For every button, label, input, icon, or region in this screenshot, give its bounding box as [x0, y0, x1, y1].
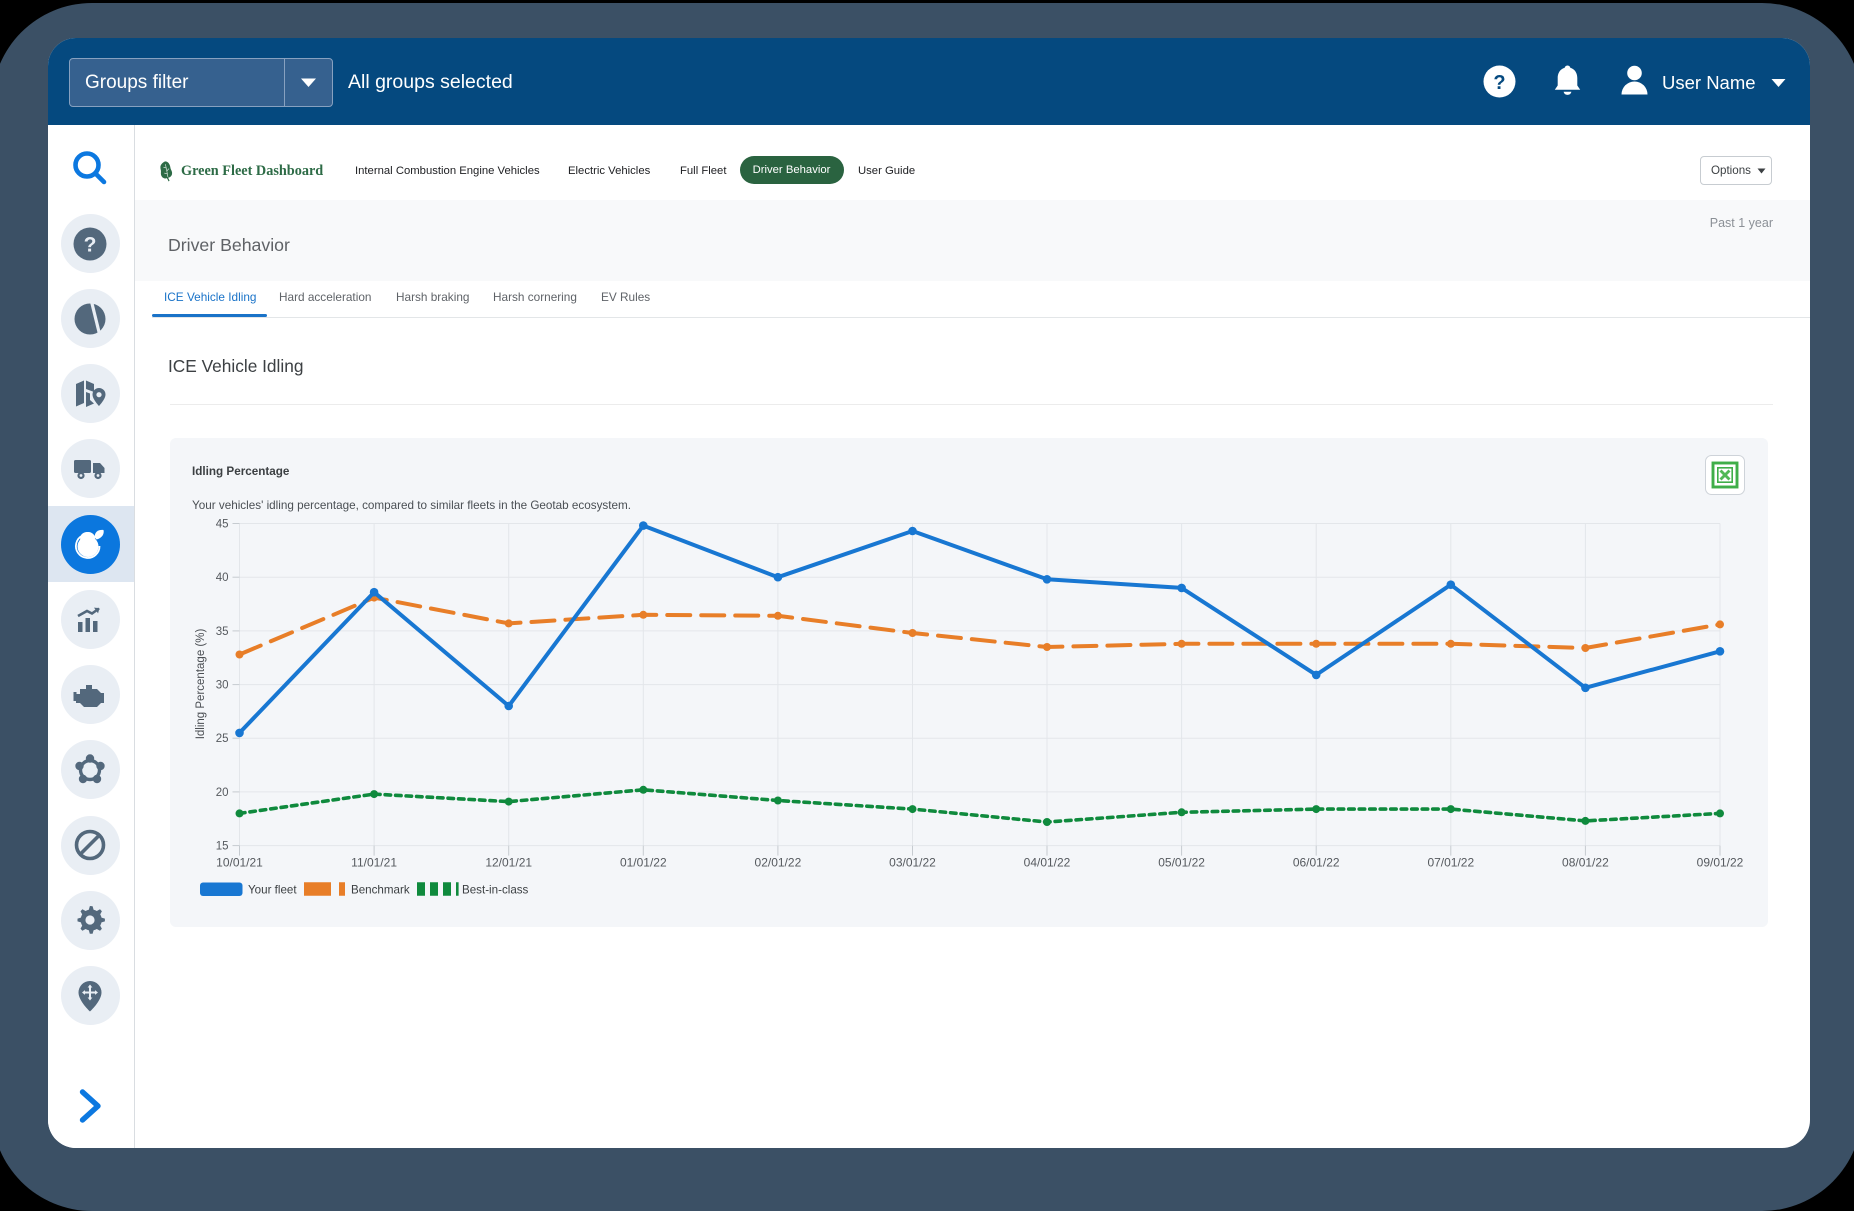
svg-text:30: 30	[216, 680, 229, 692]
svg-text:02/01/22: 02/01/22	[755, 856, 802, 870]
svg-text:45: 45	[216, 519, 229, 531]
svg-text:Your fleet: Your fleet	[248, 884, 297, 897]
svg-text:11/01/21: 11/01/21	[351, 856, 397, 870]
svg-text:03/01/22: 03/01/22	[889, 856, 936, 870]
svg-text:?: ?	[1493, 72, 1505, 94]
svg-text:12/01/21: 12/01/21	[485, 856, 532, 870]
svg-text:04/01/22: 04/01/22	[1024, 856, 1071, 870]
svg-text:06/01/22: 06/01/22	[1293, 856, 1340, 870]
svg-text:15: 15	[216, 841, 229, 853]
svg-text:09/01/22: 09/01/22	[1697, 856, 1744, 870]
svg-text:20: 20	[216, 787, 229, 799]
svg-text:01/01/22: 01/01/22	[620, 856, 667, 870]
svg-text:25: 25	[216, 733, 229, 745]
svg-text:08/01/22: 08/01/22	[1562, 856, 1609, 870]
svg-text:05/01/22: 05/01/22	[1158, 856, 1205, 870]
svg-text:?: ?	[84, 233, 97, 256]
svg-text:35: 35	[216, 626, 229, 638]
svg-text:10/01/21: 10/01/21	[216, 856, 263, 870]
svg-text:Benchmark: Benchmark	[351, 884, 410, 897]
svg-text:Idling Percentage (%): Idling Percentage (%)	[195, 629, 207, 740]
svg-text:07/01/22: 07/01/22	[1427, 856, 1474, 870]
svg-text:Best-in-class: Best-in-class	[462, 884, 529, 897]
svg-text:40: 40	[216, 572, 229, 584]
